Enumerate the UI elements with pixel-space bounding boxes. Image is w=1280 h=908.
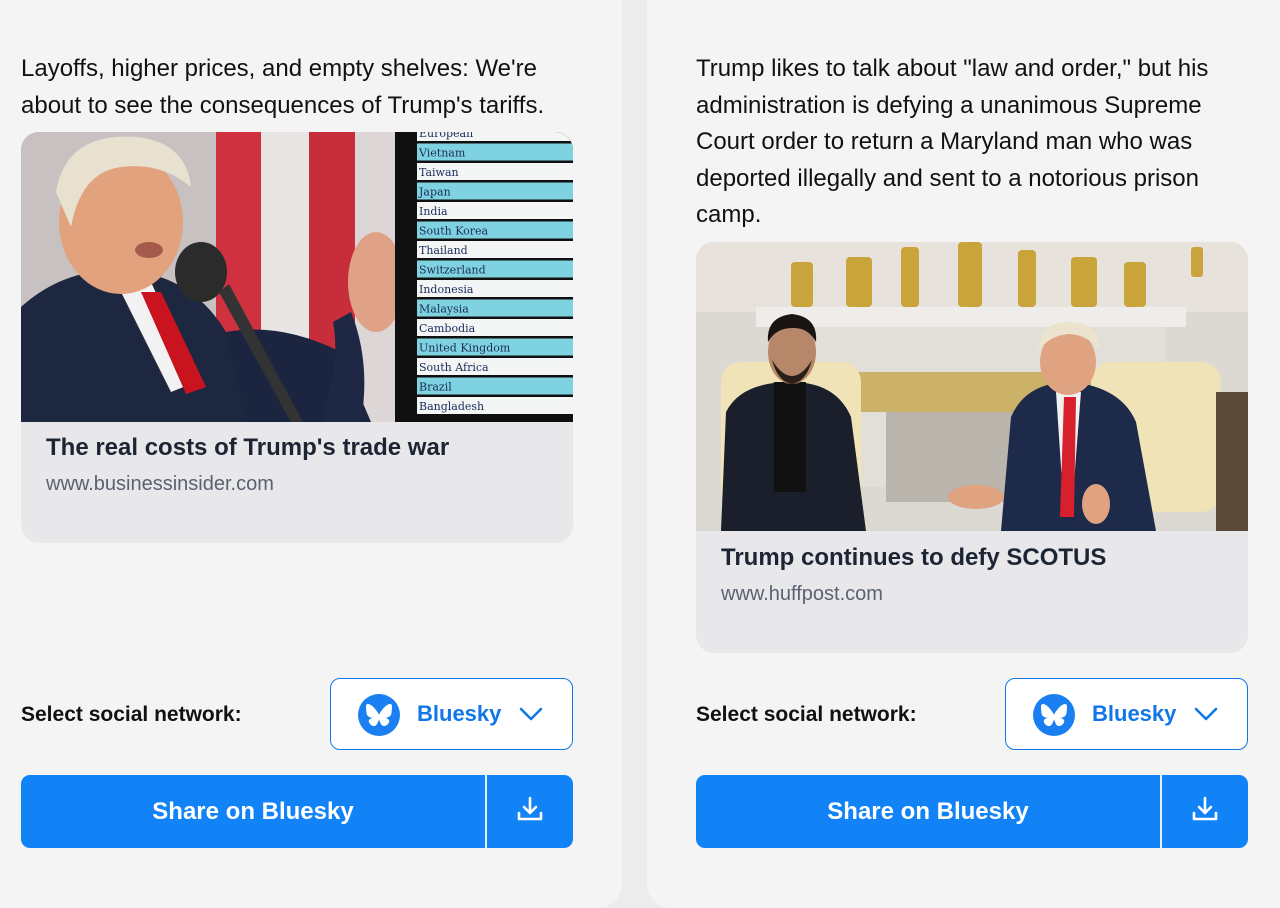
board-country-label: Cambodia (419, 322, 476, 335)
download-button[interactable] (487, 775, 573, 848)
board-country-label: Malaysia (419, 303, 469, 316)
board-country-label: Indonesia (419, 283, 474, 296)
board-country-label: South Africa (419, 361, 489, 374)
link-title: Trump continues to defy SCOTUS (721, 544, 1107, 571)
download-button[interactable] (1162, 775, 1248, 848)
board-country-label: United Kingdom (419, 342, 511, 355)
share-actions: Share on Bluesky (696, 775, 1248, 848)
bluesky-logo-icon (358, 694, 400, 736)
share-button[interactable]: Share on Bluesky (21, 775, 485, 848)
share-card: Trump likes to talk about "law and order… (647, 0, 1280, 908)
post-text: Layoffs, higher prices, and empty shelve… (21, 55, 545, 119)
board-country-label: India (419, 205, 448, 218)
board-country-label: South Korea (419, 225, 489, 238)
chevron-down-icon (1193, 703, 1219, 730)
link-domain: www.huffpost.com (721, 583, 883, 605)
board-country-label: European (419, 132, 473, 140)
link-domain: www.businessinsider.com (46, 473, 274, 495)
network-select[interactable]: Bluesky (1005, 678, 1248, 750)
network-select[interactable]: Bluesky (330, 678, 573, 750)
board-country-label: Japan (418, 186, 451, 199)
link-thumbnail-image (696, 242, 1248, 531)
board-country-label: Vietnam (418, 147, 466, 160)
board-country-label: Switzerland (419, 264, 486, 277)
link-thumbnail-image: European Vietnam Taiwan Japan India South Kor… (21, 132, 573, 422)
share-card: Layoffs, higher prices, and empty shelve… (0, 0, 622, 908)
download-icon (515, 794, 545, 829)
board-country-label: Thailand (419, 244, 468, 257)
share-button[interactable]: Share on Bluesky (696, 775, 1160, 848)
download-icon (1190, 794, 1220, 829)
share-actions: Share on Bluesky (21, 775, 573, 848)
chevron-down-icon (518, 703, 544, 730)
link-preview-card[interactable]: European Vietnam Taiwan Japan India South Kor… (21, 132, 573, 543)
select-network-label: Select social network: (21, 703, 242, 726)
board-country-label: Bangladesh (419, 400, 484, 413)
link-title: The real costs of Trump's trade war (46, 434, 450, 461)
link-preview-card[interactable]: Trump continues to defy SCOTUS www.huffp… (696, 242, 1248, 653)
selected-network: Bluesky (417, 701, 502, 726)
board-country-label: Taiwan (419, 166, 459, 179)
post-text: Trump likes to talk about "law and order… (696, 55, 1209, 228)
board-country-label: Brazil (419, 381, 452, 394)
bluesky-logo-icon (1033, 694, 1075, 736)
selected-network: Bluesky (1092, 701, 1177, 726)
select-network-label: Select social network: (696, 703, 917, 726)
